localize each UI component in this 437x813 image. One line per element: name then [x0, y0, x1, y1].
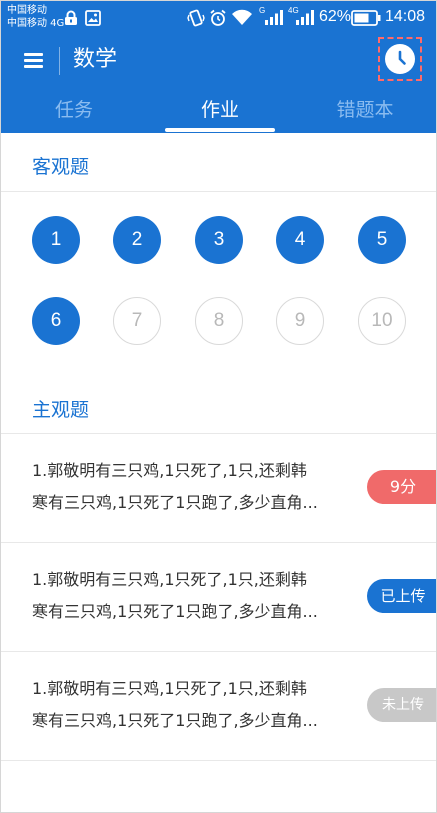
signal-icon: 4G [288, 6, 316, 26]
header: 中国移动 中国移动 4G G 4G 62% 14:08 数学 任务 作业 错题本 [1, 1, 436, 133]
carrier-line-2: 中国移动 4G [7, 18, 65, 29]
tab-mistakes[interactable]: 错题本 [323, 96, 407, 124]
subjective-item[interactable]: 1.郭敬明有三只鸡,1只死了,1只,还剩韩 寒有三只鸡,1只死了1只跑了,多少直… [1, 434, 436, 542]
question-button-10[interactable]: 10 [358, 297, 406, 345]
menu-icon-bar [24, 59, 43, 62]
subjective-item-line-1: 1.郭敬明有三只鸡,1只死了,1只,还剩韩 [32, 461, 307, 480]
battery-percent: 62% [319, 8, 352, 25]
question-button-8[interactable]: 8 [195, 297, 243, 345]
alarm-icon [210, 9, 226, 26]
status-time: 14:08 [385, 8, 426, 25]
lock-icon [65, 10, 77, 25]
history-button[interactable] [378, 37, 422, 81]
subjective-item-text: 1.郭敬明有三只鸡,1只死了,1只,还剩韩 寒有三只鸡,1只死了1只跑了,多少直… [32, 455, 362, 519]
menu-icon [24, 53, 43, 56]
tab-tasks[interactable]: 任务 [36, 96, 112, 124]
subjective-item-line-2: 寒有三只鸡,1只死了1只跑了,多少直角... [32, 602, 318, 621]
tab-homework[interactable]: 作业 [182, 96, 258, 124]
carrier-line-1: 中国移动 [7, 5, 47, 16]
status-badge: 已上传 [367, 579, 436, 613]
question-button-7[interactable]: 7 [113, 297, 161, 345]
menu-button[interactable] [23, 49, 45, 71]
title-divider [59, 47, 60, 75]
phone-screen: 中国移动 中国移动 4G G 4G 62% 14:08 数学 任务 作业 错题本… [0, 0, 437, 813]
question-button-2[interactable]: 2 [113, 216, 161, 264]
subjective-item-line-2: 寒有三只鸡,1只死了1只跑了,多少直角... [32, 493, 318, 512]
question-button-9[interactable]: 9 [276, 297, 324, 345]
subjective-section-title: 主观题 [32, 399, 90, 421]
subjective-item-text: 1.郭敬明有三只鸡,1只死了,1只,还剩韩 寒有三只鸡,1只死了1只跑了,多少直… [32, 564, 362, 628]
subjective-item-text: 1.郭敬明有三只鸡,1只死了,1只,还剩韩 寒有三只鸡,1只死了1只跑了,多少直… [32, 673, 362, 737]
question-button-6[interactable]: 6 [32, 297, 80, 345]
objective-section-title: 客观题 [32, 156, 90, 178]
subjective-item-line-2: 寒有三只鸡,1只死了1只跑了,多少直角... [32, 711, 318, 730]
active-tab-indicator [165, 128, 275, 132]
status-bar: 中国移动 中国移动 4G G 4G 62% 14:08 [1, 1, 436, 34]
tab-bar: 任务 作业 错题本 [1, 94, 436, 133]
subjective-item[interactable]: 1.郭敬明有三只鸡,1只死了,1只,还剩韩 寒有三只鸡,1只死了1只跑了,多少直… [1, 543, 436, 651]
divider [1, 191, 436, 192]
battery-icon [351, 10, 381, 26]
page-title: 数学 [73, 47, 118, 72]
wifi-icon [232, 9, 252, 25]
question-button-4[interactable]: 4 [276, 216, 324, 264]
subjective-item-line-1: 1.郭敬明有三只鸡,1只死了,1只,还剩韩 [32, 679, 307, 698]
divider [1, 760, 436, 761]
carrier-info: 中国移动 中国移动 4G [7, 4, 64, 30]
subjective-item[interactable]: 1.郭敬明有三只鸡,1只死了,1只,还剩韩 寒有三只鸡,1只死了1只跑了,多少直… [1, 652, 436, 760]
subjective-item-line-1: 1.郭敬明有三只鸡,1只死了,1只,还剩韩 [32, 570, 307, 589]
signal-icon: G [259, 6, 285, 26]
vibrate-icon [187, 9, 205, 27]
question-button-5[interactable]: 5 [358, 216, 406, 264]
status-badge: 9分 [367, 470, 436, 504]
clock-icon [385, 44, 415, 74]
question-button-1[interactable]: 1 [32, 216, 80, 264]
question-button-3[interactable]: 3 [195, 216, 243, 264]
status-badge: 未上传 [367, 688, 436, 722]
image-icon [85, 10, 101, 26]
menu-icon-bar [24, 65, 43, 68]
